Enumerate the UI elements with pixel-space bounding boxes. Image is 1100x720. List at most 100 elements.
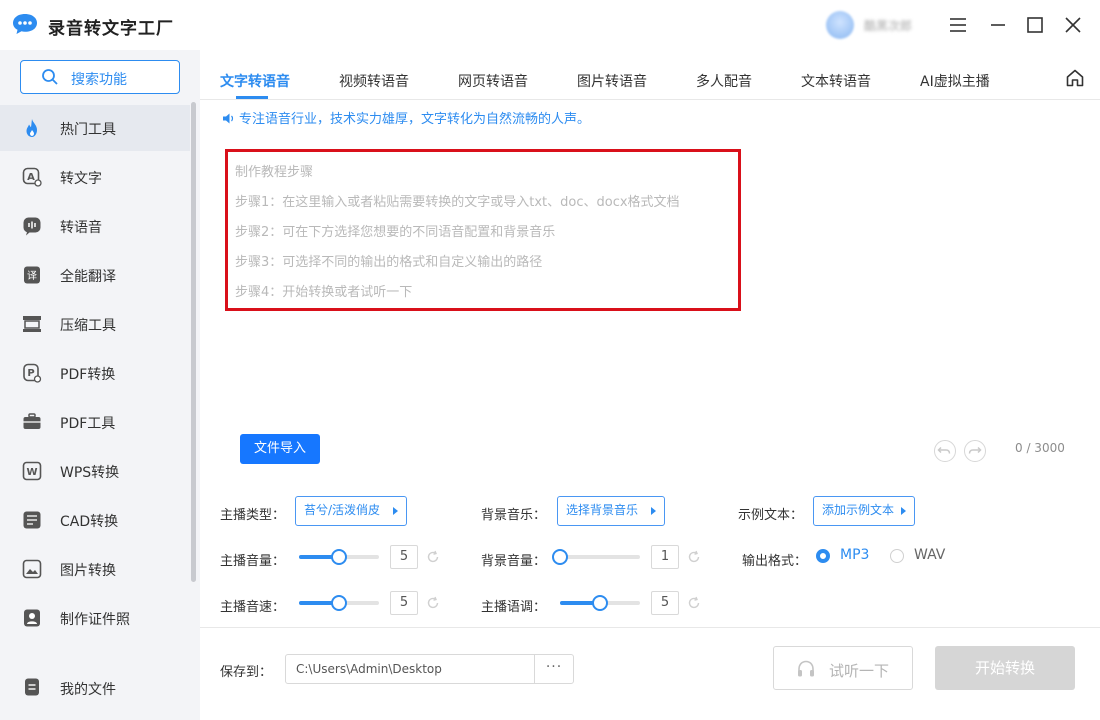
format-radio-mp3[interactable] (816, 549, 830, 563)
sidebar-item-id-photo[interactable]: 制作证件照 (0, 595, 190, 641)
save-to-label: 保存到： (220, 665, 273, 680)
format-radio-wav[interactable] (890, 549, 904, 563)
tutorial-title: 制作教程步骤 (235, 165, 314, 180)
anchor-speed-value[interactable]: 5 (390, 591, 418, 615)
image-icon (22, 559, 42, 579)
sidebar-item-label: 转语音 (60, 220, 102, 236)
reset-icon[interactable] (687, 550, 701, 564)
sidebar-item-label: PDF工具 (60, 416, 116, 432)
search-button[interactable]: 搜索功能 (20, 60, 180, 94)
sidebar-item-compress[interactable]: 压缩工具 (0, 301, 190, 347)
tab-web-to-speech[interactable]: 网页转语音 (458, 71, 528, 91)
tab-text-to-speech[interactable]: 文字转语音 (220, 71, 290, 91)
sidebar-item-label: 制作证件照 (60, 612, 130, 628)
tab-image-to-speech[interactable]: 图片转语音 (577, 71, 647, 91)
anchor-type-value: 苔兮/活泼俏皮 (304, 503, 381, 517)
anchor-type-select[interactable]: 苔兮/活泼俏皮 (295, 496, 407, 526)
search-icon (42, 69, 58, 85)
character-counter: 0 / 3000 (1015, 441, 1065, 455)
format-label-mp3[interactable]: MP3 (840, 547, 869, 563)
sidebar-item-label: WPS转换 (60, 465, 120, 481)
voice-icon (23, 217, 41, 236)
slider-handle[interactable] (331, 549, 347, 565)
redo-icon (968, 446, 982, 454)
anchor-speed-label: 主播音速： (220, 600, 286, 615)
avatar[interactable] (826, 11, 854, 39)
sidebar-item-pdf-tools[interactable]: PDF工具 (0, 399, 190, 445)
save-path-value: C:\Users\Admin\Desktop (296, 662, 442, 676)
preview-label: 试听一下 (829, 662, 890, 680)
format-label-wav[interactable]: WAV (914, 547, 945, 563)
close-icon[interactable] (1061, 13, 1085, 37)
user-name[interactable]: 酷黑次郎 (864, 17, 912, 34)
file-import-button[interactable]: 文件导入 (240, 434, 320, 464)
file-icon (25, 678, 39, 696)
anchor-volume-slider[interactable] (299, 549, 379, 565)
compress-icon (23, 316, 41, 332)
sidebar-item-wps-convert[interactable]: W WPS转换 (0, 448, 190, 494)
tab-multi-dubbing[interactable]: 多人配音 (696, 71, 752, 91)
anchor-speed-slider[interactable] (299, 595, 379, 611)
a-text-icon: A (22, 167, 42, 187)
cad-icon (23, 511, 41, 529)
tab-ai-virtual-anchor[interactable]: AI虚拟主播 (920, 71, 990, 91)
sidebar-item-to-voice[interactable]: 转语音 (0, 203, 190, 249)
caret-right-icon (393, 507, 398, 515)
reset-icon[interactable] (426, 550, 440, 564)
sidebar-item-label: PDF转换 (60, 367, 116, 383)
preview-button[interactable]: 试听一下 (773, 646, 913, 690)
svg-text:译: 译 (27, 270, 37, 282)
save-path-field[interactable]: C:\Users\Admin\Desktop ··· (285, 654, 574, 684)
title-bar: 录音转文字工厂 酷黑次郎 (0, 0, 1100, 50)
slider-handle[interactable] (552, 549, 568, 565)
bg-volume-value[interactable]: 1 (651, 545, 679, 569)
tab-video-to-speech[interactable]: 视频转语音 (339, 71, 409, 91)
sidebar-item-label: 转文字 (60, 171, 102, 187)
redo-button[interactable] (964, 440, 986, 462)
bg-music-select[interactable]: 选择背景音乐 (557, 496, 665, 526)
sidebar-scrollbar[interactable] (191, 102, 196, 582)
sidebar-item-pdf-convert[interactable]: P PDF转换 (0, 350, 190, 396)
slogan: 专注语音行业，技术实力雄厚，文字转化为自然流畅的人声。 (222, 108, 590, 127)
sample-text-label: 示例文本： (738, 508, 804, 523)
speaker-icon (223, 113, 234, 124)
undo-icon (937, 446, 951, 454)
translate-icon: 译 (24, 266, 40, 284)
reset-icon[interactable] (687, 596, 701, 610)
minimize-icon[interactable] (986, 13, 1010, 37)
anchor-pitch-label: 主播语调： (481, 600, 547, 615)
home-icon[interactable] (1065, 68, 1085, 88)
slider-handle[interactable] (592, 595, 608, 611)
app-logo-icon (13, 14, 37, 34)
menu-icon[interactable] (946, 13, 970, 37)
maximize-icon[interactable] (1023, 13, 1047, 37)
briefcase-icon (23, 413, 41, 429)
tab-document-to-speech[interactable]: 文本转语音 (801, 71, 871, 91)
sidebar-item-label: 我的文件 (60, 682, 116, 698)
anchor-pitch-slider[interactable] (560, 595, 640, 611)
sidebar-item-cad-convert[interactable]: CAD转换 (0, 497, 190, 543)
tutorial-step: 步骤2：可在下方选择您想要的不同语音配置和背景音乐 (235, 225, 556, 240)
reset-icon[interactable] (426, 596, 440, 610)
anchor-volume-value[interactable]: 5 (390, 545, 418, 569)
sidebar-item-label: CAD转换 (60, 514, 119, 530)
bg-volume-slider[interactable] (552, 549, 640, 565)
pdf-convert-icon: P (23, 363, 42, 383)
undo-button[interactable] (934, 440, 956, 462)
sidebar-item-label: 热门工具 (60, 122, 116, 138)
id-photo-icon (24, 609, 40, 627)
anchor-type-label: 主播类型： (220, 508, 286, 523)
anchor-pitch-value[interactable]: 5 (651, 591, 679, 615)
sidebar-item-hot-tools[interactable]: 热门工具 (0, 105, 190, 151)
sample-text-select[interactable]: 添加示例文本 (813, 496, 915, 526)
slider-handle[interactable] (331, 595, 347, 611)
start-convert-button[interactable]: 开始转换 (935, 646, 1075, 690)
sidebar-item-image-convert[interactable]: 图片转换 (0, 546, 190, 592)
tutorial-step: 步骤3：可选择不同的输出的格式和自定义输出的路径 (235, 255, 543, 270)
sidebar-item-my-files[interactable]: 我的文件 (0, 665, 200, 711)
sidebar-item-translate[interactable]: 译 全能翻译 (0, 252, 190, 298)
sidebar-item-to-text[interactable]: A 转文字 (0, 154, 190, 200)
browse-button[interactable]: ··· (534, 655, 573, 683)
active-tab-indicator (236, 96, 268, 99)
sidebar-item-label: 全能翻译 (60, 269, 116, 285)
